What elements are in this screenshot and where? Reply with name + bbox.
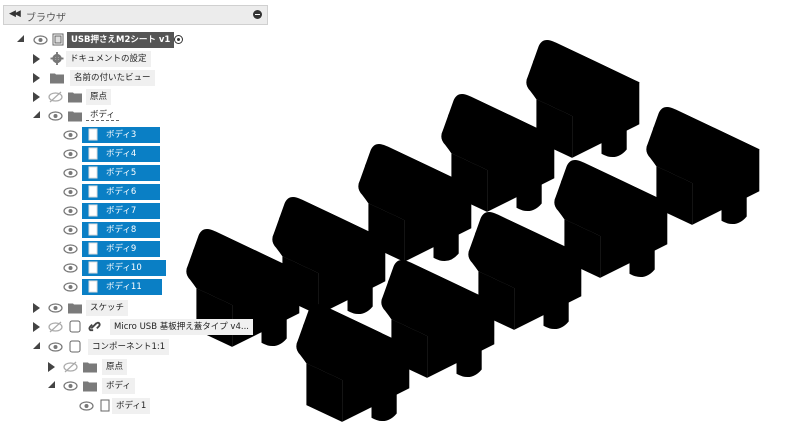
body-icon — [100, 399, 110, 412]
tree-item-origin-child[interactable]: 原点 — [0, 359, 270, 375]
tree-item-document-settings[interactable]: ドキュメントの設定 — [0, 51, 270, 67]
expand-down-icon[interactable] — [17, 35, 25, 45]
body-row[interactable]: ボディ4 — [0, 146, 270, 162]
eye-icon[interactable] — [63, 129, 78, 141]
tree-item-linked-component[interactable]: Micro USB 基板押え蓋タイプ v4... — [0, 319, 270, 335]
browser-header: ◀◀ ブラウザ — [3, 5, 268, 25]
body-row[interactable]: ボディ9 — [0, 241, 270, 257]
body-icon — [88, 204, 98, 217]
component-icon — [69, 320, 81, 333]
folder-icon — [50, 73, 64, 84]
body-icon — [88, 185, 98, 198]
tree-item-bodies-child[interactable]: ボディ — [0, 378, 270, 394]
eye-icon[interactable] — [63, 243, 78, 255]
tree-item-origin[interactable]: 原点 — [0, 89, 270, 105]
tree-item-body-1[interactable]: ボディ1 — [0, 398, 270, 414]
body-icon — [88, 223, 98, 236]
minimize-icon[interactable] — [253, 10, 262, 19]
folder-icon — [68, 111, 82, 122]
body-icon — [88, 242, 98, 255]
folder-icon — [83, 362, 97, 373]
body-row[interactable]: ボディ11 — [0, 279, 270, 295]
gear-icon — [50, 52, 64, 65]
tree-item-sketches[interactable]: スケッチ — [0, 300, 270, 316]
body-icon — [88, 128, 98, 141]
tree-item-component-1[interactable]: コンポーネント1:1 — [0, 339, 270, 355]
tree-item-named-views[interactable]: 名前の付いたビュー — [0, 70, 270, 86]
eye-icon[interactable] — [63, 205, 78, 217]
expand-right-icon[interactable] — [33, 92, 41, 102]
collapse-icon[interactable]: ◀◀ — [9, 9, 21, 19]
component-icon — [69, 340, 81, 353]
tree-item-label: コンポーネント1:1 — [88, 339, 170, 355]
tree-item-label: ドキュメントの設定 — [66, 51, 151, 67]
tree-root[interactable]: USB押さえM2シート v1 — [0, 32, 270, 48]
body-icon — [88, 166, 98, 179]
eye-icon[interactable] — [79, 400, 94, 412]
eye-hidden-icon[interactable] — [63, 361, 78, 373]
folder-icon — [68, 303, 82, 314]
body-icon — [88, 147, 98, 160]
expand-down-icon[interactable] — [48, 381, 56, 391]
expand-right-icon[interactable] — [33, 322, 41, 332]
body-row[interactable]: ボディ8 — [0, 222, 270, 238]
radio-icon[interactable] — [174, 35, 183, 44]
eye-icon[interactable] — [63, 148, 78, 160]
eye-icon[interactable] — [48, 302, 63, 314]
expand-down-icon[interactable] — [33, 111, 41, 121]
eye-icon[interactable] — [63, 186, 78, 198]
body-icon — [88, 280, 98, 293]
expand-right-icon[interactable] — [33, 54, 41, 64]
eye-icon[interactable] — [63, 262, 78, 274]
tree-item-label: ボディ1 — [112, 398, 151, 414]
eye-icon[interactable] — [63, 167, 78, 179]
folder-icon — [68, 92, 82, 103]
eye-icon[interactable] — [63, 281, 78, 293]
body-row[interactable]: ボディ5 — [0, 165, 270, 181]
eye-hidden-icon[interactable] — [48, 91, 63, 103]
body-row[interactable]: ボディ10 — [0, 260, 270, 276]
eye-icon[interactable] — [63, 224, 78, 236]
expand-right-icon[interactable] — [33, 73, 41, 83]
body-row[interactable]: ボディ7 — [0, 203, 270, 219]
tree-item-label: 原点 — [86, 89, 112, 105]
expand-right-icon[interactable] — [48, 362, 56, 372]
tree-item-label: Micro USB 基板押え蓋タイプ v4... — [110, 319, 253, 335]
tree-item-label: スケッチ — [86, 300, 129, 316]
tree-item-label: ボディ — [86, 108, 119, 121]
tree-item-bodies[interactable]: ボディ — [0, 108, 270, 124]
browser-title: ブラウザ — [26, 13, 66, 24]
browser-panel: ◀◀ ブラウザ USB押さえM2シート v1 ドキュメントの設定 名前の付いたビ… — [0, 0, 270, 436]
tree-item-label: ボディ — [102, 378, 135, 394]
eye-icon[interactable] — [48, 110, 63, 122]
tree-item-label: 原点 — [102, 359, 128, 375]
eye-hidden-icon[interactable] — [48, 321, 63, 333]
eye-icon[interactable] — [33, 34, 48, 46]
component-icon — [52, 33, 64, 46]
body-row[interactable]: ボディ3 — [0, 127, 270, 143]
body-row[interactable]: ボディ6 — [0, 184, 270, 200]
eye-icon[interactable] — [63, 380, 78, 392]
expand-down-icon[interactable] — [33, 342, 41, 352]
root-component-label: USB押さえM2シート v1 — [67, 32, 175, 48]
tree-item-label: 名前の付いたビュー — [70, 70, 155, 86]
expand-right-icon[interactable] — [33, 303, 41, 313]
link-icon — [88, 321, 101, 332]
eye-icon[interactable] — [48, 341, 63, 353]
body-icon — [88, 261, 98, 274]
folder-icon — [83, 381, 97, 392]
